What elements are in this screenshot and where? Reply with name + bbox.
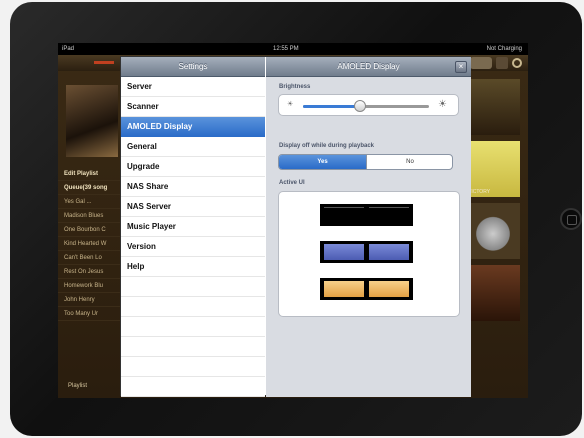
- list-item[interactable]: Can't Been Lo: [58, 251, 120, 265]
- menu-item-help[interactable]: Help: [121, 257, 265, 277]
- brightness-slider-knob[interactable]: [353, 100, 366, 112]
- app-right-controls: [470, 57, 524, 69]
- control-square[interactable]: [496, 57, 508, 69]
- skin-panel-right: [369, 281, 409, 297]
- status-carrier: iPad: [62, 46, 75, 52]
- menu-item-nas-share[interactable]: NAS Share: [121, 177, 265, 197]
- skin-panel-right: [369, 244, 409, 260]
- gear-icon[interactable]: [512, 58, 522, 68]
- brightness-control: ☀ ☀: [278, 94, 459, 116]
- sun-large-icon: ☀: [438, 99, 447, 110]
- list-item[interactable]: Edit Playlist: [58, 167, 120, 181]
- settings-title: Settings: [121, 57, 265, 77]
- album-tile[interactable]: [466, 79, 520, 135]
- status-bar: iPad 12:55 PM Not Charging: [58, 43, 528, 55]
- settings-menu: Server Scanner AMOLED Display General Up…: [121, 77, 265, 397]
- segment-no[interactable]: No: [366, 155, 452, 169]
- list-item[interactable]: Yes Gal ...: [58, 195, 120, 209]
- brightness-slider[interactable]: [303, 100, 429, 112]
- album-tile[interactable]: VICTORY: [466, 141, 520, 197]
- list-item[interactable]: John Henry: [58, 293, 120, 307]
- settings-popover: Settings Server Scanner AMOLED Display G…: [120, 56, 471, 397]
- list-item[interactable]: One Bourbon C: [58, 223, 120, 237]
- list-item[interactable]: Queue(39 song: [58, 181, 120, 195]
- album-tile[interactable]: [466, 265, 520, 321]
- menu-item-server[interactable]: Server: [121, 77, 265, 97]
- ui-option-orange[interactable]: [320, 278, 413, 300]
- sun-small-icon: ☀: [287, 101, 294, 108]
- status-battery: Not Charging: [486, 46, 522, 52]
- album-tile[interactable]: [466, 203, 520, 259]
- skin-panel-left: [324, 207, 364, 223]
- status-time: 12:55 PM: [273, 46, 299, 52]
- settings-detail-pane: AMOLED Display × Brightness ☀ ☀ Display …: [266, 57, 471, 397]
- active-ui-options: [278, 191, 460, 317]
- close-button[interactable]: ×: [455, 61, 467, 73]
- list-item[interactable]: Madison Blues: [58, 209, 120, 223]
- queue-list: Edit Playlist Queue(39 song Yes Gal ... …: [58, 167, 120, 321]
- list-item[interactable]: Rest On Jesus: [58, 265, 120, 279]
- detail-title-text: AMOLED Display: [337, 62, 400, 71]
- album-art: [66, 85, 118, 157]
- ui-option-blue[interactable]: [320, 241, 413, 263]
- list-item[interactable]: Kind Hearted W: [58, 237, 120, 251]
- menu-item-music-player[interactable]: Music Player: [121, 217, 265, 237]
- menu-item-scanner[interactable]: Scanner: [121, 97, 265, 117]
- brightness-slider-fill: [303, 105, 360, 108]
- menu-item-amoled-display[interactable]: AMOLED Display: [121, 117, 265, 137]
- menu-item-version[interactable]: Version: [121, 237, 265, 257]
- home-button[interactable]: [560, 208, 582, 230]
- ipad-screen: iPad 12:55 PM Not Charging Edit Playlist…: [58, 43, 528, 398]
- detail-title: AMOLED Display: [266, 57, 471, 77]
- control-pill[interactable]: [470, 57, 492, 69]
- list-item[interactable]: Too Many Ur: [58, 307, 120, 321]
- tile-caption: VICTORY: [468, 189, 491, 195]
- app-progress-bar: [94, 61, 114, 64]
- settings-master-pane: Settings Server Scanner AMOLED Display G…: [121, 57, 265, 397]
- ui-option-black[interactable]: [320, 204, 413, 226]
- segment-yes[interactable]: Yes: [279, 155, 366, 169]
- playback-toggle: Yes No: [278, 154, 453, 170]
- right-tiles: VICTORY: [466, 79, 520, 327]
- menu-item-upgrade[interactable]: Upgrade: [121, 157, 265, 177]
- playlist-tab[interactable]: Playlist: [68, 383, 87, 389]
- brightness-label: Brightness: [279, 84, 311, 90]
- active-ui-label: Active UI: [279, 180, 305, 186]
- playback-label: Display off while during playback: [279, 143, 375, 149]
- skin-panel-left: [324, 281, 364, 297]
- menu-item-general[interactable]: General: [121, 137, 265, 157]
- list-item[interactable]: Homework Blu: [58, 279, 120, 293]
- skin-panel-left: [324, 244, 364, 260]
- menu-item-nas-server[interactable]: NAS Server: [121, 197, 265, 217]
- skin-panel-right: [369, 207, 409, 223]
